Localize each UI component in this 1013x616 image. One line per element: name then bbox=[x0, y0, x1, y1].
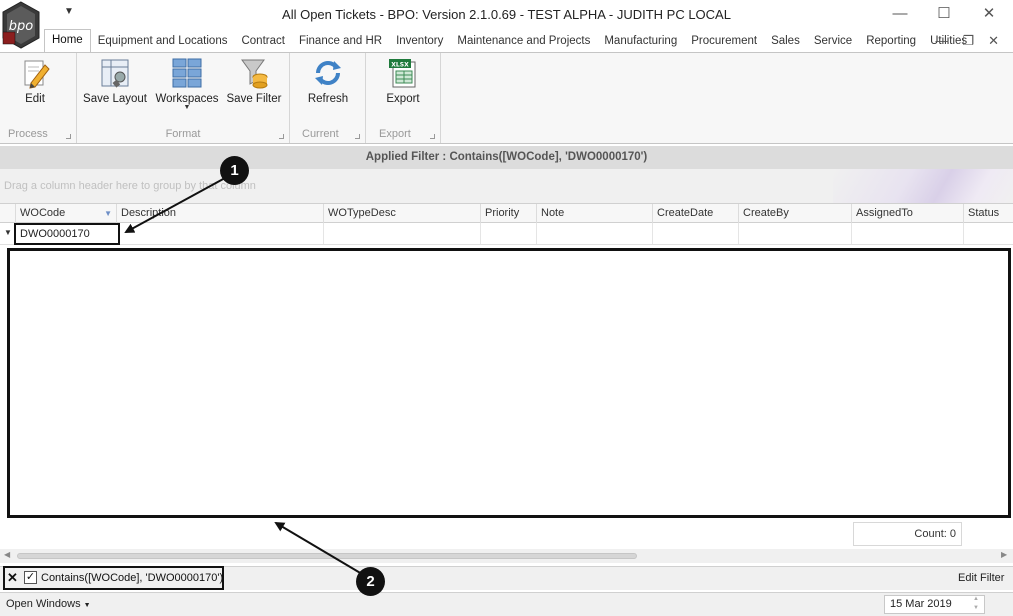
callout-badge-2: 2 bbox=[356, 567, 385, 596]
callout-arrow-1 bbox=[124, 177, 226, 233]
callout-arrows bbox=[124, 177, 363, 575]
callout-badge-1: 1 bbox=[220, 156, 249, 185]
callout-arrow-2 bbox=[274, 521, 363, 575]
